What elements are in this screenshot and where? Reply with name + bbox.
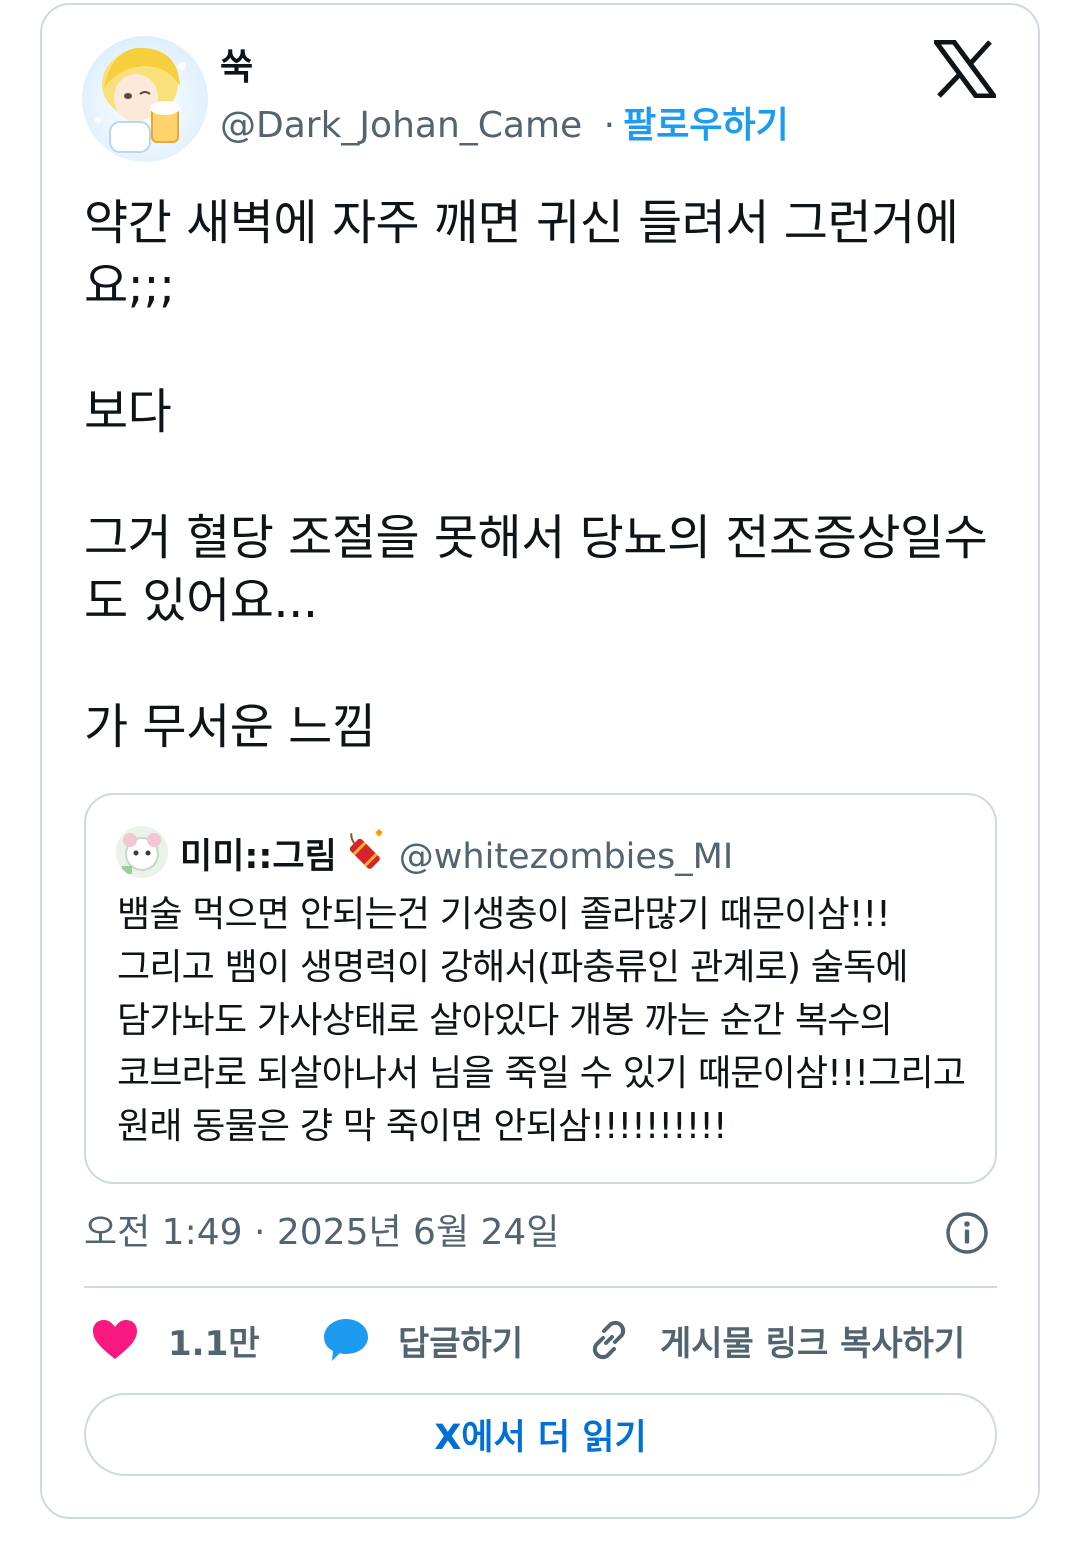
follow-button[interactable]: 팔로우하기 xyxy=(623,105,789,146)
info-icon[interactable] xyxy=(944,1210,990,1256)
reply-label: 답글하기 xyxy=(398,1323,524,1364)
copy-link-label: 게시물 링크 복사하기 xyxy=(660,1323,966,1364)
copy-link-button[interactable]: 게시물 링크 복사하기 xyxy=(586,1312,965,1368)
quoted-display-name: 미미::그림 xyxy=(180,837,337,877)
reply-button[interactable]: 답글하기 xyxy=(322,1312,523,1368)
separator-dot: · xyxy=(603,105,616,146)
quoted-handle: @whitezombies_MI xyxy=(398,837,734,877)
read-more-button[interactable]: X에서 더 읽기 xyxy=(84,1393,997,1476)
author-handle-row: @Dark_Johan_Came · 팔로우하기 xyxy=(220,104,789,148)
author-avatar[interactable] xyxy=(82,36,208,162)
like-count: 1.1만 xyxy=(168,1323,260,1364)
link-icon xyxy=(586,1317,632,1363)
x-logo-icon[interactable] xyxy=(931,39,999,99)
divider xyxy=(84,1286,997,1288)
speech-bubble-icon xyxy=(322,1317,370,1363)
quoted-text: 뱀술 먹으면 안되는건 기생충이 졸라많기 때문이삼!!!그리고 뱀이 생명력이… xyxy=(117,894,966,1147)
tweet-timestamp[interactable]: 오전 1:49 · 2025년 6월 24일 xyxy=(84,1210,559,1256)
heart-icon xyxy=(92,1319,138,1361)
quoted-header: 미미::그림 @whitezombies_MI xyxy=(180,828,733,880)
quoted-author-avatar xyxy=(116,826,168,878)
firecracker-icon xyxy=(339,828,385,874)
author-handle[interactable]: @Dark_Johan_Came xyxy=(220,105,582,146)
author-display-name[interactable]: 쑥 xyxy=(220,46,253,90)
tweet-text: 약간 새벽에 자주 깨면 귀신 들려서 그런거에요;;; 보다 그거 혈당 조절… xyxy=(84,195,988,755)
like-button[interactable]: 1.1만 xyxy=(92,1312,260,1368)
